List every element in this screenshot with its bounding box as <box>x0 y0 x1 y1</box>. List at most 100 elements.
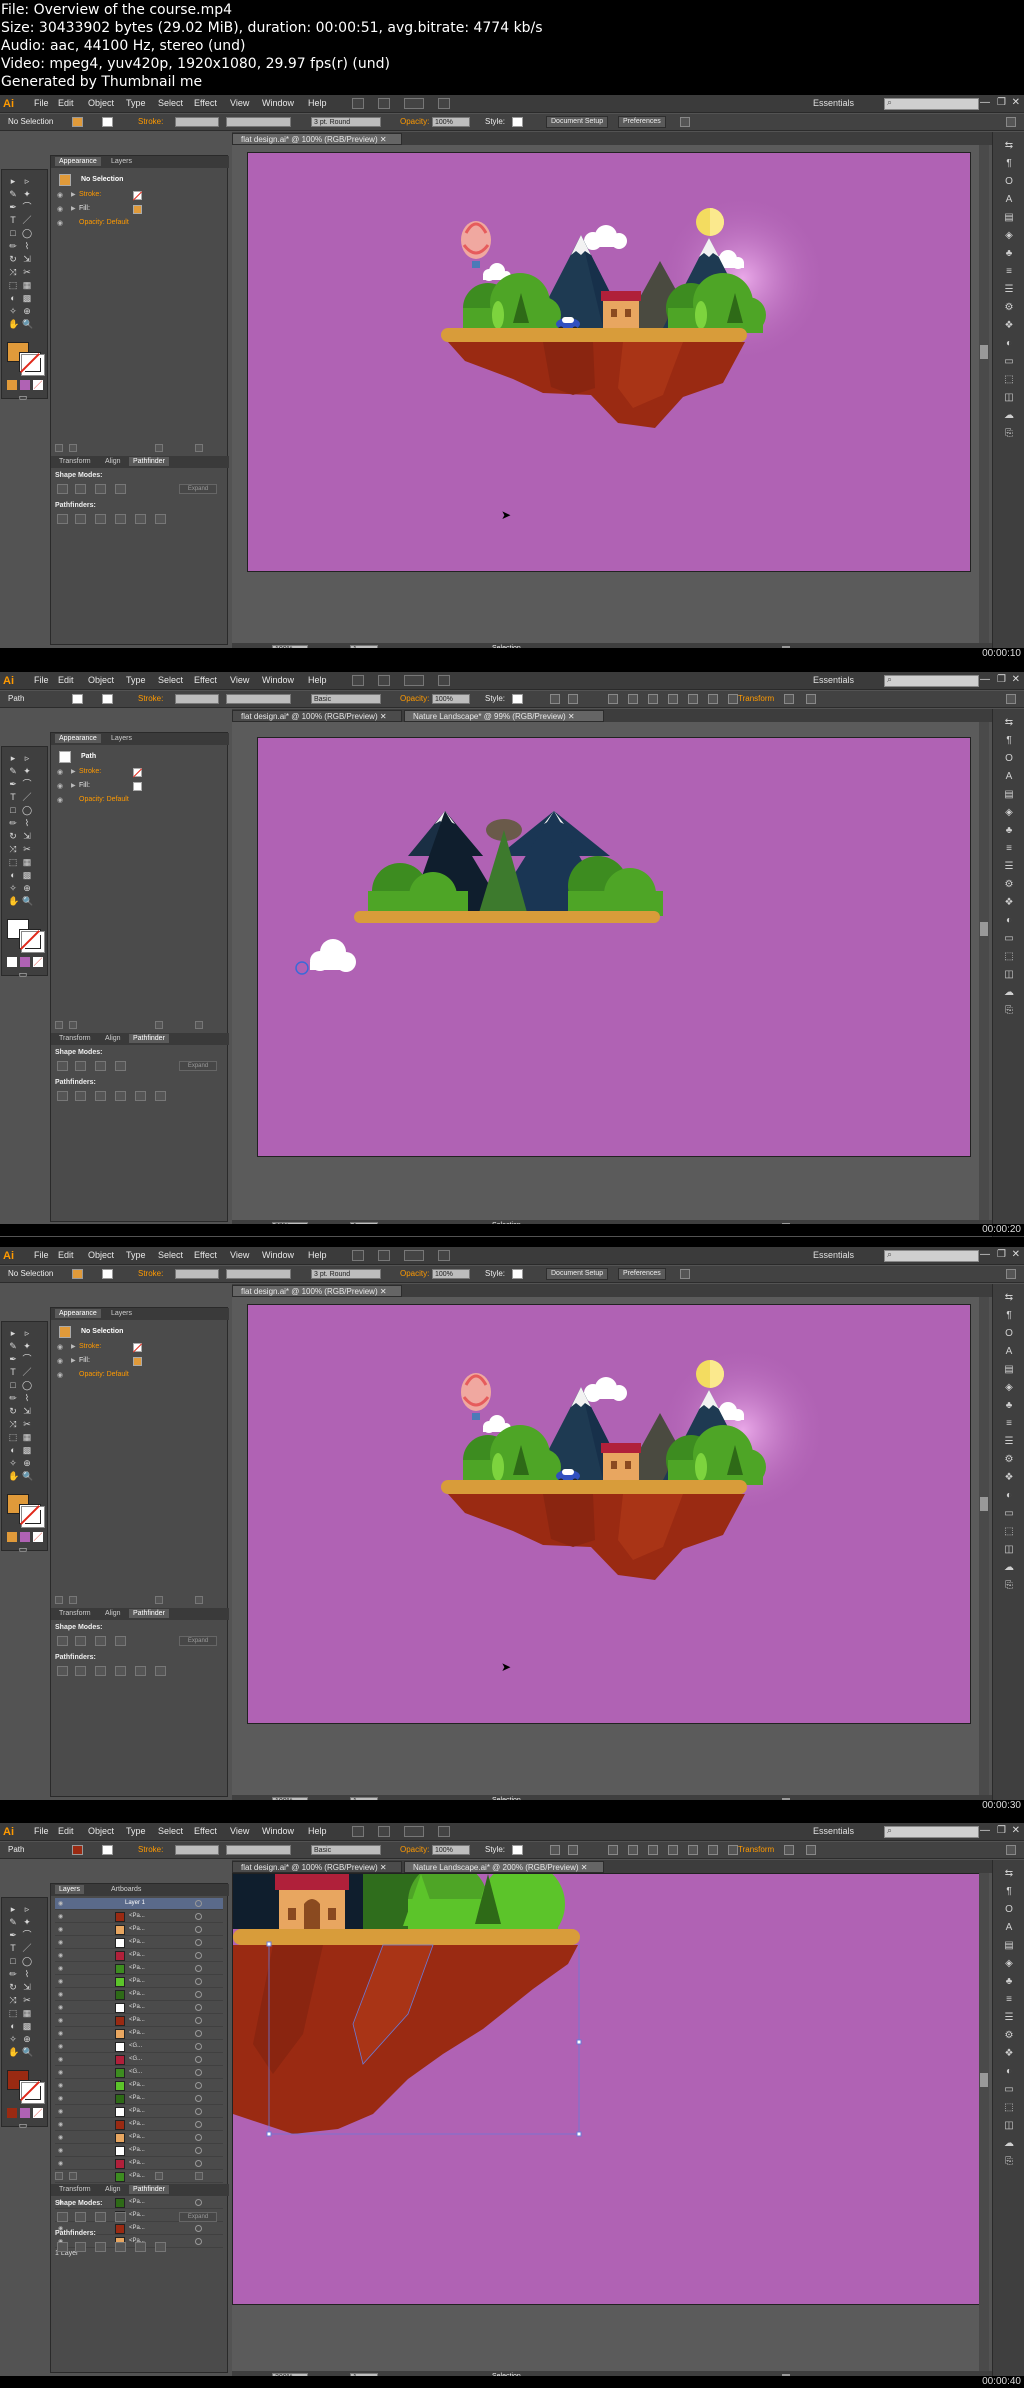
eye-icon[interactable]: ◉ <box>58 2056 63 2063</box>
layer-row[interactable]: ◉ <Pa... <box>55 2080 223 2092</box>
eye-icon[interactable]: ◉ <box>58 1952 63 1959</box>
target-icon[interactable] <box>195 2017 202 2024</box>
none-mode-icon[interactable]: ／ <box>33 957 43 967</box>
layer-row[interactable]: ◉ <Pa... <box>55 1963 223 1975</box>
tab-transform[interactable]: Transform <box>55 1034 95 1043</box>
tool-icon[interactable]: ✦ <box>22 189 32 199</box>
eye-icon[interactable]: ◉ <box>57 205 66 214</box>
dock-panel-icon[interactable]: ❖ <box>1002 897 1016 909</box>
menu-view[interactable]: View <box>230 1250 249 1260</box>
target-icon[interactable] <box>195 2030 202 2037</box>
transform-link[interactable]: Transform <box>738 694 774 703</box>
dock-panel-icon[interactable]: ☁ <box>1002 410 1016 422</box>
gpu-icon[interactable] <box>438 1826 450 1837</box>
align-option-icon[interactable] <box>608 694 618 704</box>
disclosure-triangle-icon[interactable]: ▶ <box>71 205 76 212</box>
none-mode-icon[interactable]: ／ <box>33 2108 43 2118</box>
dock-panel-icon[interactable]: ♣ <box>1002 1400 1016 1412</box>
minimize-button[interactable]: — <box>980 1825 990 1836</box>
appearance-row-stroke[interactable]: ◉ ▶ Stroke: <box>55 1342 223 1354</box>
disclosure-triangle-icon[interactable]: ▶ <box>71 1343 76 1350</box>
dock-panel-icon[interactable]: O <box>1002 1328 1016 1340</box>
dock-panel-icon[interactable]: ≡ <box>1002 843 1016 855</box>
tool-icon[interactable]: ◐ <box>8 1445 18 1455</box>
graphic-style-swatch[interactable] <box>512 1845 523 1855</box>
search-input[interactable]: ⌕ <box>884 97 979 110</box>
appearance-row-fill[interactable]: ◉ ▶ Fill: <box>55 1356 223 1368</box>
dock-panel-icon[interactable]: ◈ <box>1002 1382 1016 1394</box>
layer-row[interactable]: ◉ <G... <box>55 2067 223 2079</box>
preferences-button[interactable]: Preferences <box>618 116 666 128</box>
align-option-icon[interactable] <box>648 1845 658 1855</box>
tool-icon[interactable]: ⌇ <box>22 241 32 251</box>
stroke-swatch[interactable] <box>133 1343 142 1352</box>
divide-icon[interactable] <box>57 2242 68 2252</box>
eye-icon[interactable]: ◉ <box>57 1343 66 1352</box>
tool-icon[interactable]: ⊕ <box>22 2034 32 2044</box>
minus-back-icon[interactable] <box>155 1666 166 1676</box>
expand-button[interactable]: Expand <box>179 1061 217 1071</box>
tool-icon[interactable]: ✏ <box>8 818 18 828</box>
dock-panel-icon[interactable]: ☁ <box>1002 987 1016 999</box>
dock-panel-icon[interactable]: ☰ <box>1002 1436 1016 1448</box>
eye-icon[interactable]: ◉ <box>58 2108 63 2115</box>
eye-icon[interactable]: ◉ <box>58 2095 63 2102</box>
add-fill-icon[interactable] <box>69 1021 77 1029</box>
arrange-documents-icon[interactable] <box>404 1826 424 1837</box>
brush-definition-field[interactable]: 3 pt. Round <box>311 117 381 127</box>
minus-front-icon[interactable] <box>75 1636 86 1646</box>
add-stroke-icon[interactable] <box>55 2172 63 2180</box>
tool-icon[interactable]: T <box>8 215 18 225</box>
menu-object[interactable]: Object <box>88 98 114 108</box>
opacity-label[interactable]: Opacity: <box>400 117 429 126</box>
variable-width-field[interactable] <box>226 117 291 127</box>
dock-panel-icon[interactable]: ⇆ <box>1002 140 1016 152</box>
dock-panel-icon[interactable]: ≡ <box>1002 1418 1016 1430</box>
tool-icon[interactable]: ✂ <box>22 1419 32 1429</box>
tool-icon[interactable]: ⤨ <box>8 1995 18 2005</box>
dock-panel-icon[interactable]: ⇆ <box>1002 717 1016 729</box>
tool-icon[interactable]: ⤨ <box>8 844 18 854</box>
tool-icon[interactable]: ◯ <box>22 228 32 238</box>
tool-icon[interactable]: ▸ <box>8 1904 18 1914</box>
menu-type[interactable]: Type <box>126 1250 146 1260</box>
divide-icon[interactable] <box>57 514 68 524</box>
panel-menu-icon[interactable] <box>1006 694 1016 704</box>
tool-icon[interactable]: ✦ <box>22 1341 32 1351</box>
stock-icon[interactable] <box>378 1250 390 1261</box>
tool-icon[interactable]: ／ <box>22 1367 32 1377</box>
crop-icon[interactable] <box>115 1666 126 1676</box>
variable-width-field[interactable] <box>226 1269 291 1279</box>
workspace-switcher[interactable]: Essentials <box>813 675 854 685</box>
dock-panel-icon[interactable]: ⚙ <box>1002 879 1016 891</box>
align-icon[interactable] <box>680 117 690 127</box>
tool-icon[interactable]: ✒ <box>8 202 18 212</box>
stroke-label[interactable]: Stroke: <box>138 117 163 126</box>
vertical-scrollbar[interactable] <box>979 145 989 643</box>
eye-icon[interactable]: ◉ <box>58 2121 63 2128</box>
target-icon[interactable] <box>195 2095 202 2102</box>
tool-icon[interactable]: ▦ <box>22 2008 32 2018</box>
unite-icon[interactable] <box>57 1636 68 1646</box>
dock-panel-icon[interactable]: ¶ <box>1002 158 1016 170</box>
tool-icon[interactable]: ✧ <box>8 2034 18 2044</box>
tool-icon[interactable]: ▩ <box>22 1445 32 1455</box>
opacity-label[interactable]: Opacity: <box>400 1269 429 1278</box>
dock-panel-icon[interactable]: ◫ <box>1002 2120 1016 2132</box>
tool-icon[interactable]: ▦ <box>22 857 32 867</box>
panel-tab-secondary[interactable]: Layers <box>107 157 136 166</box>
exclude-icon[interactable] <box>115 2212 126 2222</box>
align-option-icon[interactable] <box>550 1845 560 1855</box>
document-tab[interactable]: Nature Landscape.ai* @ 200% (RGB/Preview… <box>404 1861 604 1873</box>
panel-tab-primary[interactable]: Layers <box>55 1885 85 1894</box>
bridge-icon[interactable] <box>352 1250 364 1261</box>
tool-icon[interactable]: ✏ <box>8 241 18 251</box>
opacity-field[interactable]: 100% <box>432 117 470 127</box>
brush-definition-field[interactable]: Basic <box>311 1845 381 1855</box>
dock-panel-icon[interactable]: ▭ <box>1002 2084 1016 2096</box>
dock-panel-icon[interactable]: ◐ <box>1002 1490 1016 1502</box>
tool-icon[interactable]: ◐ <box>8 870 18 880</box>
minus-back-icon[interactable] <box>155 514 166 524</box>
dock-panel-icon[interactable]: ◐ <box>1002 338 1016 350</box>
workspace-switcher[interactable]: Essentials <box>813 98 854 108</box>
